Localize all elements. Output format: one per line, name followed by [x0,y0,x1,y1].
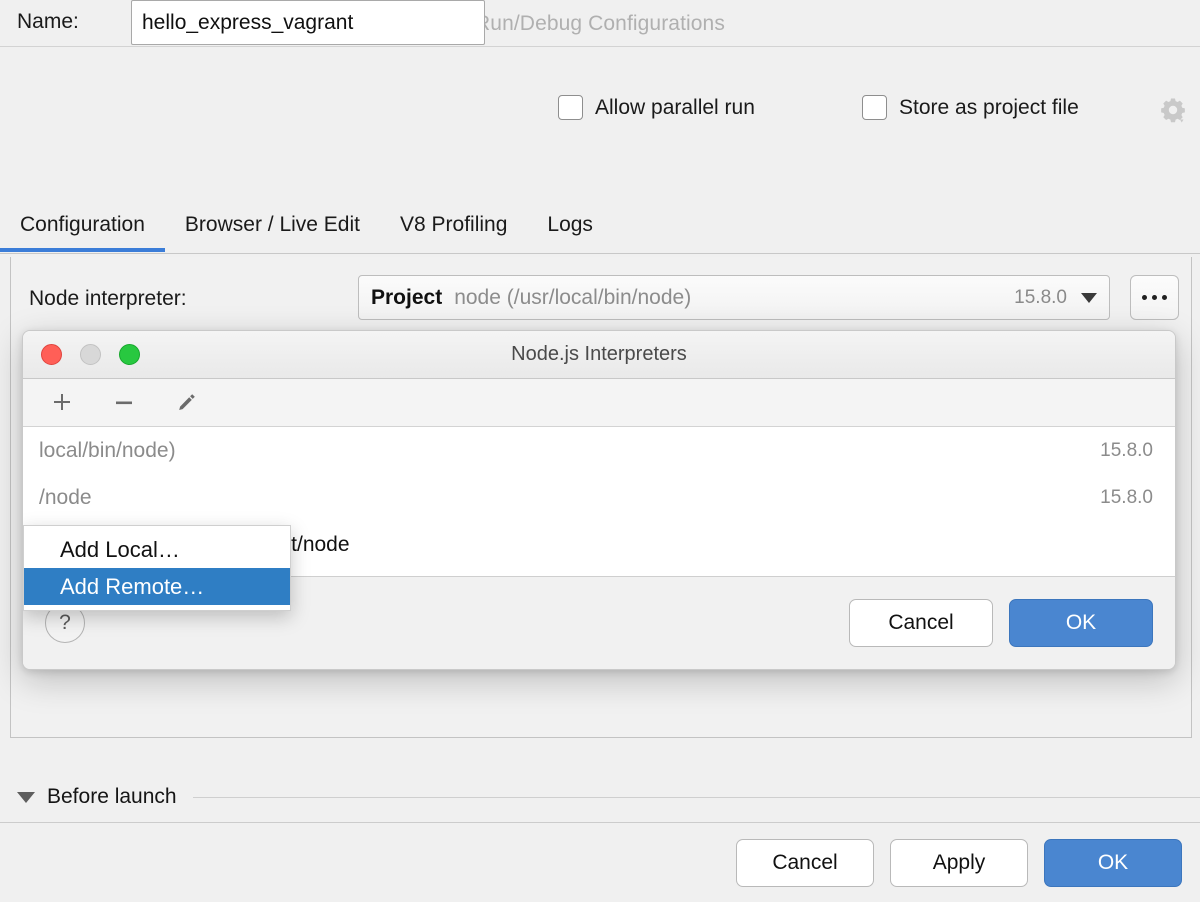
ellipsis-dot [1152,295,1157,300]
interpreter-version: 15.8.0 [1014,286,1067,308]
before-launch-label: Before launch [47,785,177,808]
menu-item-add-remote[interactable]: Add Remote… [24,568,290,605]
window-title-text: Run/Debug Configurations [475,11,725,35]
allow-parallel-run-label: Allow parallel run [595,95,755,119]
interpreter-version: 15.8.0 [1100,439,1153,461]
before-launch-section[interactable]: Before launch [0,780,1200,814]
list-item[interactable]: /node 15.8.0 [23,474,1175,521]
browse-interpreters-button[interactable] [1130,275,1179,320]
section-divider-line [192,796,1200,798]
tab-label: Logs [547,213,593,236]
node-interpreter-select[interactable]: Project node (/usr/local/bin/node) 15.8.… [358,275,1110,320]
tab-label: Configuration [20,213,145,236]
interpreter-version: 15.8.0 [1100,486,1153,508]
node-interpreter-label: Node interpreter: [29,287,187,310]
interpreters-list[interactable]: local/bin/node) 15.8.0 /node 15.8.0 dock… [23,427,1175,611]
ok-button[interactable]: OK [1044,838,1182,887]
traffic-lights [41,344,140,365]
list-item[interactable]: local/bin/node) 15.8.0 [23,427,1175,474]
tab-v8-profiling[interactable]: V8 Profiling [380,205,527,252]
cancel-button[interactable]: Cancel [736,838,874,887]
interpreter-path: node (/usr/local/bin/node) [454,285,692,309]
title-divider [0,46,1200,47]
checkbox-box[interactable] [862,95,887,120]
modal-title: Node.js Interpreters [511,343,687,365]
tab-browser-live-edit[interactable]: Browser / Live Edit [165,205,380,252]
store-as-project-file-label: Store as project file [899,95,1079,119]
pencil-icon[interactable] [169,386,203,420]
tab-underline [0,253,1200,254]
gear-icon[interactable] [1159,96,1187,124]
interpreter-scope: Project [371,285,443,309]
modal-ok-button[interactable]: OK [1009,599,1153,647]
zoom-traffic-light-icon[interactable] [119,344,140,365]
apply-button[interactable]: Apply [890,838,1028,887]
triangle-down-icon[interactable] [17,791,35,803]
run-debug-configurations-window: Run/Debug Configurations Name: Allow par… [0,0,1200,902]
tab-configuration[interactable]: Configuration [0,205,165,252]
minus-icon[interactable] [107,386,141,420]
store-as-project-file-checkbox[interactable]: Store as project file [862,95,1079,120]
plus-icon[interactable] [45,386,79,420]
modal-titlebar: Node.js Interpreters [23,331,1175,379]
add-interpreter-menu[interactable]: Add Local… Add Remote… [23,525,291,611]
interpreter-path: local/bin/node) [39,438,176,462]
menu-item-label: Add Remote… [60,573,205,599]
name-input[interactable] [131,0,485,45]
allow-parallel-run-checkbox[interactable]: Allow parallel run [558,95,755,120]
tab-label: V8 Profiling [400,213,508,236]
tab-logs[interactable]: Logs [527,205,613,252]
node-interpreters-dialog: Node.js Interpreters local/bin/node) 15.… [22,330,1176,670]
interpreter-path: /node [39,485,92,509]
modal-toolbar [23,379,1175,427]
checkbox-box[interactable] [558,95,583,120]
minimize-traffic-light-icon[interactable] [80,344,101,365]
ellipsis-dot [1162,295,1167,300]
modal-cancel-button[interactable]: Cancel [849,599,993,647]
tab-label: Browser / Live Edit [184,213,360,236]
tab-bar[interactable]: Configuration Browser / Live Edit V8 Pro… [0,205,1200,257]
name-label: Name: [17,10,79,33]
menu-item-add-local[interactable]: Add Local… [24,531,290,568]
close-traffic-light-icon[interactable] [41,344,62,365]
chevron-down-icon[interactable] [1081,292,1097,303]
dialog-footer: Cancel Apply OK [0,823,1200,902]
ellipsis-dot [1142,295,1147,300]
menu-item-label: Add Local… [60,536,180,562]
